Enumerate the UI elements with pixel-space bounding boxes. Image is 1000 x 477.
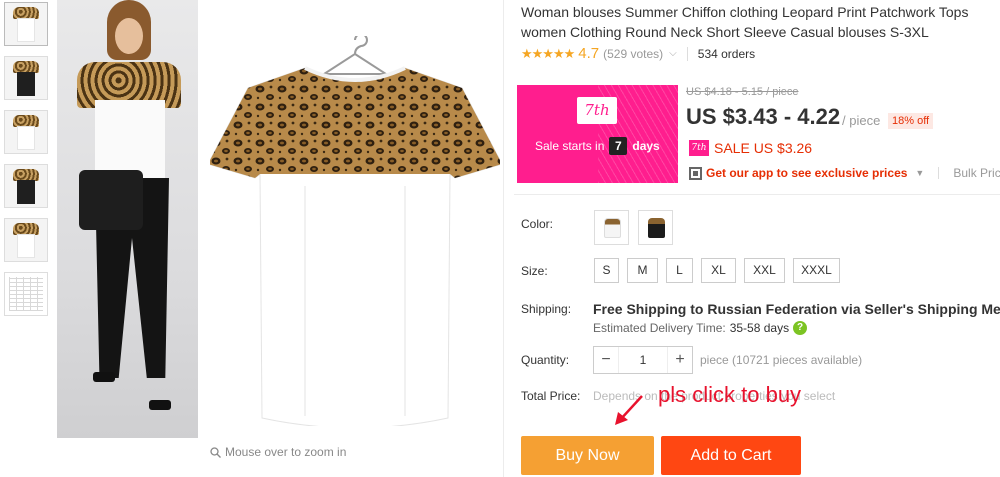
size-option-l[interactable]: L <box>666 258 693 283</box>
sale-calendar-icon: 7th <box>689 140 709 156</box>
shipping-label: Shipping: <box>521 302 572 316</box>
sale-starts-row: Sale starts in 7 days <box>535 137 660 155</box>
sale-countdown-banner: 7th Sale starts in 7 days <box>517 85 678 183</box>
qr-code-icon <box>689 166 702 180</box>
chevron-down-icon[interactable]: ⌵ <box>669 48 677 59</box>
size-option-s[interactable]: S <box>594 258 619 283</box>
main-product-image[interactable] <box>200 0 505 440</box>
blouse-graphic <box>210 66 500 426</box>
size-option-xxxl[interactable]: XXXL <box>793 258 840 283</box>
thumbnail-size-chart[interactable] <box>4 272 48 316</box>
color-option-black[interactable] <box>638 210 673 245</box>
zoom-hint: Mouse over to zoom in <box>210 445 346 459</box>
bulk-price-link[interactable]: Bulk Price <box>953 166 1000 180</box>
discount-badge: 18% off <box>888 113 934 129</box>
orders-count: 534 orders <box>697 46 756 61</box>
original-price: US $4.18 - 5.15 / piece <box>686 86 799 98</box>
app-price-row: Get our app to see exclusive prices ▼ Bu… <box>689 166 1000 180</box>
product-title-line1: Woman blouses Summer Chiffon clothing Le… <box>521 4 969 20</box>
thumbnail-3[interactable] <box>4 110 48 154</box>
sale-days-label: days <box>632 139 660 153</box>
sale-date-badge: 7th <box>577 97 617 124</box>
app-separator <box>938 167 940 179</box>
size-option-xxl[interactable]: XXL <box>744 258 785 283</box>
delivery-estimate-days: 35-58 days <box>729 321 790 335</box>
rating-row: ★★★★★ 4.7 (529 votes) ⌵ 534 orders <box>521 45 755 62</box>
size-label: Size: <box>521 264 548 278</box>
sale-price: SALE US $3.26 <box>714 140 813 156</box>
rating-score: 4.7 <box>578 45 600 62</box>
thumbnail-5[interactable] <box>4 218 48 262</box>
quantity-input[interactable]: 1 <box>618 347 668 373</box>
column-divider <box>503 0 504 477</box>
quantity-decrease-button[interactable]: − <box>594 351 618 369</box>
help-icon[interactable]: ? <box>793 321 808 335</box>
app-exclusive-link[interactable]: Get our app to see exclusive prices <box>706 166 907 180</box>
click-annotation: pls click to buy <box>658 382 802 407</box>
delivery-estimate-label: Estimated Delivery Time: <box>593 321 726 335</box>
sale-starts-text: Sale starts in <box>535 139 605 153</box>
thumbnail-4[interactable] <box>4 164 48 208</box>
sale-price-row: 7th SALE US $3.26 <box>689 140 812 156</box>
annotation-arrow-icon <box>615 395 643 425</box>
quantity-availability: piece (10721 pieces available) <box>700 353 863 367</box>
shipping-method[interactable]: Free Shipping to Russian Federation via … <box>593 301 1000 317</box>
quantity-stepper: − 1 + <box>593 346 693 374</box>
total-price-label: Total Price: <box>521 389 581 403</box>
add-to-cart-button[interactable]: Add to Cart <box>661 436 801 475</box>
buy-now-button[interactable]: Buy Now <box>521 436 654 475</box>
black-tee-icon <box>648 218 665 238</box>
caret-down-icon[interactable]: ▼ <box>915 168 924 178</box>
size-option-m[interactable]: M <box>627 258 658 283</box>
rating-separator <box>686 46 688 61</box>
quantity-increase-button[interactable]: + <box>668 351 692 369</box>
color-option-white[interactable] <box>594 210 629 245</box>
thumbnail-1[interactable] <box>4 2 48 46</box>
section-divider <box>514 194 1000 195</box>
product-title: Woman blouses Summer Chiffon clothing Le… <box>521 2 1000 42</box>
current-price: US $3.43 - 4.22 <box>686 104 841 129</box>
white-tee-icon <box>604 218 621 238</box>
thumbnail-list <box>4 2 48 326</box>
star-rating-icon: ★★★★★ <box>521 45 575 61</box>
size-option-xl[interactable]: XL <box>701 258 736 283</box>
price-unit: / piece <box>842 113 881 128</box>
zoom-hint-text: Mouse over to zoom in <box>225 445 347 459</box>
product-title-line2: women Clothing Round Neck Short Sleeve C… <box>521 24 929 40</box>
sale-days-number: 7 <box>609 137 628 155</box>
thumbnail-2[interactable] <box>4 56 48 100</box>
quantity-label: Quantity: <box>521 353 570 367</box>
rating-votes[interactable]: (529 votes) <box>603 47 663 61</box>
magnifier-icon <box>210 446 221 458</box>
color-label: Color: <box>521 217 554 231</box>
model-photo <box>57 0 198 438</box>
delivery-estimate: Estimated Delivery Time: 35-58 days ? <box>593 321 808 335</box>
